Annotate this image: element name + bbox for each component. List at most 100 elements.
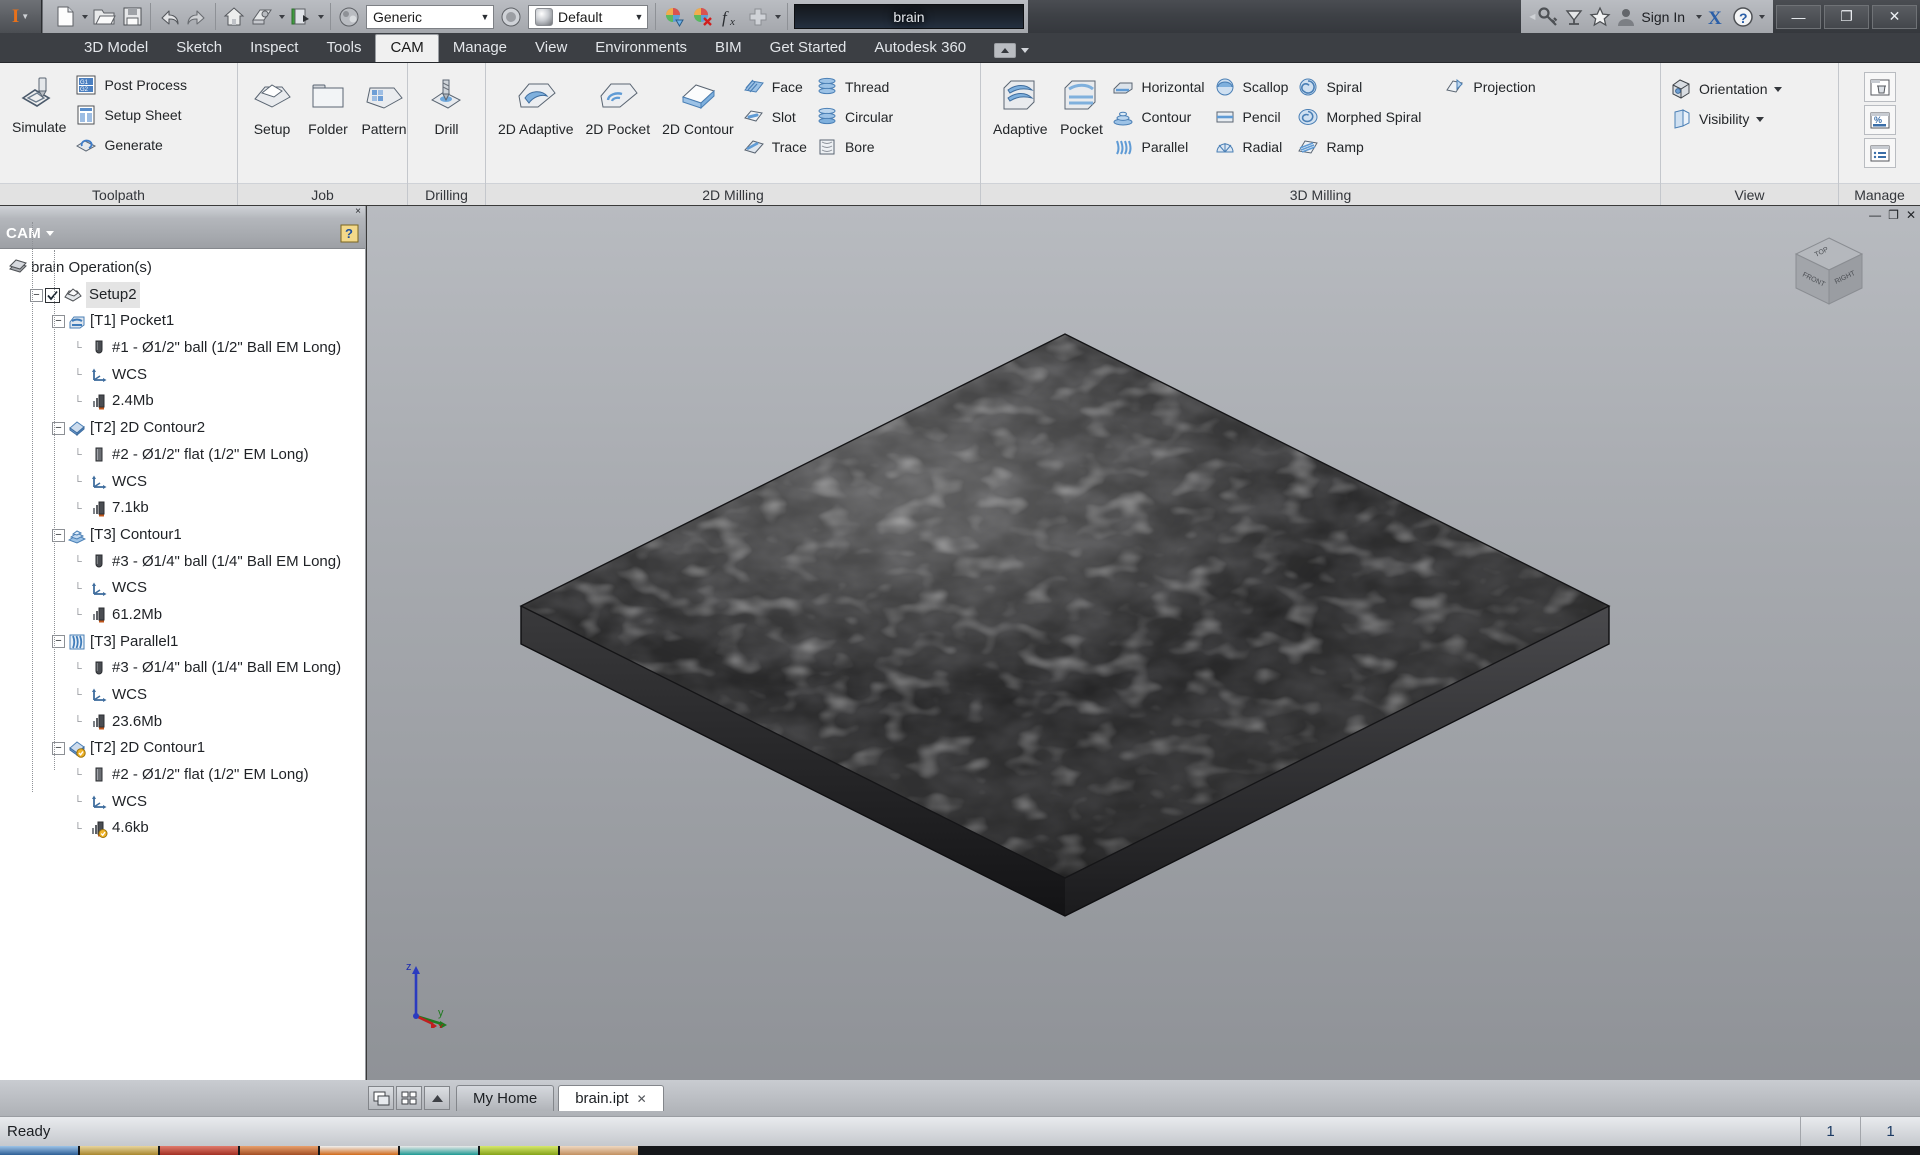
generate-button[interactable]: Generate: [72, 130, 192, 160]
appearance-dropdown[interactable]: [276, 3, 287, 30]
parameters-icon[interactable]: fx: [716, 3, 744, 30]
undo-button[interactable]: [155, 3, 183, 30]
tree-item[interactable]: − [T3] Parallel1: [4, 629, 365, 656]
new-file-dropdown[interactable]: [79, 3, 90, 30]
new-file-button[interactable]: [51, 3, 79, 30]
user-account-icon[interactable]: [1613, 3, 1639, 30]
appearance-swatch-icon[interactable]: [497, 3, 525, 30]
material-browser-icon[interactable]: [335, 3, 363, 30]
contour-3d-button[interactable]: Contour: [1109, 102, 1210, 132]
application-menu-button[interactable]: I ▼: [0, 0, 42, 33]
viewport-minimize-button[interactable]: —: [1869, 208, 1881, 222]
visibility-button[interactable]: Visibility: [1667, 104, 1788, 134]
tree-item[interactable]: └ WCS: [4, 575, 365, 602]
restore-button[interactable]: ❐: [1824, 4, 1869, 29]
bore-button[interactable]: Bore: [813, 132, 899, 162]
pocket-3d-button[interactable]: Pocket: [1053, 71, 1109, 139]
tab-get-started[interactable]: Get Started: [756, 35, 861, 62]
material-combobox[interactable]: Generic ▼: [366, 4, 494, 29]
setup-button[interactable]: Setup: [244, 71, 300, 139]
tree-item[interactable]: └ #2 - Ø1/2" flat (1/2" EM Long): [4, 762, 365, 789]
tree-item[interactable]: └ 2.4Mb: [4, 388, 365, 415]
tree-item[interactable]: └ WCS: [4, 469, 365, 496]
setup-sheet-button[interactable]: Setup Sheet: [72, 100, 192, 130]
chevron-down-icon[interactable]: [1756, 116, 1765, 122]
tab-tools[interactable]: Tools: [312, 35, 375, 62]
pencil-button[interactable]: Pencil: [1211, 102, 1295, 132]
tree-item[interactable]: └ WCS: [4, 682, 365, 709]
close-button[interactable]: ✕: [1872, 4, 1917, 29]
3d-viewport[interactable]: — ❐ ✕ TOP FRONT RIGHT z y x: [367, 206, 1920, 1080]
tile-windows-button[interactable]: [396, 1086, 422, 1110]
close-icon[interactable]: ×: [355, 207, 361, 217]
taskbar-item[interactable]: [240, 1146, 318, 1155]
cascade-windows-button[interactable]: [368, 1086, 394, 1110]
cam-operations-tree[interactable]: brain Operation(s) − Setup2− [T1] Pocket1 └ #…: [0, 222, 365, 842]
tree-item[interactable]: − [T3] Contour1: [4, 522, 365, 549]
browser-help-icon[interactable]: ?: [340, 224, 359, 243]
tab-autodesk-360[interactable]: Autodesk 360: [860, 35, 980, 62]
sign-in-dropdown[interactable]: [1693, 3, 1704, 30]
pattern-button[interactable]: Pattern: [356, 71, 412, 139]
taskbar-item[interactable]: [560, 1146, 638, 1155]
orientation-button[interactable]: Orientation: [1667, 74, 1788, 104]
adjust-color-icon[interactable]: [660, 3, 688, 30]
minimize-ribbon-control[interactable]: [994, 43, 1030, 62]
tree-item[interactable]: └ #3 - Ø1/4" ball (1/4" Ball EM Long): [4, 655, 365, 682]
tab-cam[interactable]: CAM: [375, 34, 439, 62]
taskbar-item[interactable]: [480, 1146, 558, 1155]
tree-item[interactable]: − [T2] 2D Contour1: [4, 735, 365, 762]
tree-checkbox[interactable]: [45, 287, 60, 303]
folder-button[interactable]: Folder: [300, 71, 356, 139]
morphed-spiral-button[interactable]: Morphed Spiral: [1294, 102, 1427, 132]
tab-sketch[interactable]: Sketch: [162, 35, 236, 62]
tab-environments[interactable]: Environments: [581, 35, 701, 62]
document-tab-brain-ipt[interactable]: brain.ipt ✕: [558, 1085, 664, 1111]
tree-item[interactable]: └ #1 - Ø1/2" ball (1/2" Ball EM Long): [4, 335, 365, 362]
document-tab-my-home[interactable]: My Home: [456, 1085, 555, 1111]
taskbar-item[interactable]: [0, 1146, 78, 1155]
tree-item[interactable]: └ 7.1kb: [4, 495, 365, 522]
tree-item[interactable]: └ 4.6kb: [4, 815, 365, 842]
appearance-combobox[interactable]: Default ▼: [528, 4, 648, 29]
slot-button[interactable]: Slot: [740, 102, 813, 132]
autodesk-exchange-icon[interactable]: X: [1704, 3, 1730, 30]
machining-time-button[interactable]: %: [1863, 105, 1896, 135]
tool-library-button[interactable]: [1863, 138, 1896, 168]
appearance-button[interactable]: [248, 3, 276, 30]
scroll-tabs-button[interactable]: [424, 1086, 450, 1110]
favorites-star-icon[interactable]: [1587, 3, 1613, 30]
pocket-2d-button[interactable]: 2D Pocket: [580, 71, 657, 139]
contour-2d-button[interactable]: 2D Contour: [656, 71, 740, 139]
ramp-button[interactable]: Ramp: [1294, 132, 1427, 162]
chevron-down-icon[interactable]: [1774, 86, 1783, 92]
simulate-button[interactable]: Simulate: [6, 69, 72, 137]
tab-bim[interactable]: BIM: [701, 35, 756, 62]
sign-in-link[interactable]: Sign In: [1639, 9, 1693, 25]
key-icon[interactable]: [1535, 3, 1561, 30]
taskbar-item[interactable]: [400, 1146, 478, 1155]
home-button[interactable]: [220, 3, 248, 30]
taskbar-item[interactable]: [320, 1146, 398, 1155]
viewport-restore-button[interactable]: ❐: [1888, 208, 1899, 222]
adaptive-2d-button[interactable]: 2D Adaptive: [492, 71, 580, 139]
viewport-close-button[interactable]: ✕: [1906, 208, 1916, 222]
drill-button[interactable]: Drill: [419, 71, 475, 139]
tree-item[interactable]: brain Operation(s): [4, 255, 365, 282]
close-icon[interactable]: ✕: [637, 1092, 647, 1106]
tree-item[interactable]: └ WCS: [4, 362, 365, 389]
thread-button[interactable]: Thread: [813, 72, 899, 102]
qat-overflow-dropdown[interactable]: [772, 3, 783, 30]
radial-button[interactable]: Radial: [1211, 132, 1295, 162]
return-dropdown[interactable]: [315, 3, 326, 30]
tree-item[interactable]: └ #3 - Ø1/4" ball (1/4" Ball EM Long): [4, 549, 365, 576]
face-button[interactable]: Face: [740, 72, 813, 102]
parallel-button[interactable]: Parallel: [1109, 132, 1210, 162]
projection-button[interactable]: Projection: [1441, 72, 1541, 102]
satellite-icon[interactable]: [1561, 3, 1587, 30]
help-icon[interactable]: ?: [1730, 3, 1756, 30]
open-file-button[interactable]: [90, 3, 118, 30]
tree-item[interactable]: − [T1] Pocket1: [4, 308, 365, 335]
post-process-button[interactable]: G1 G2 Post Process: [72, 70, 192, 100]
tab-view[interactable]: View: [521, 35, 581, 62]
